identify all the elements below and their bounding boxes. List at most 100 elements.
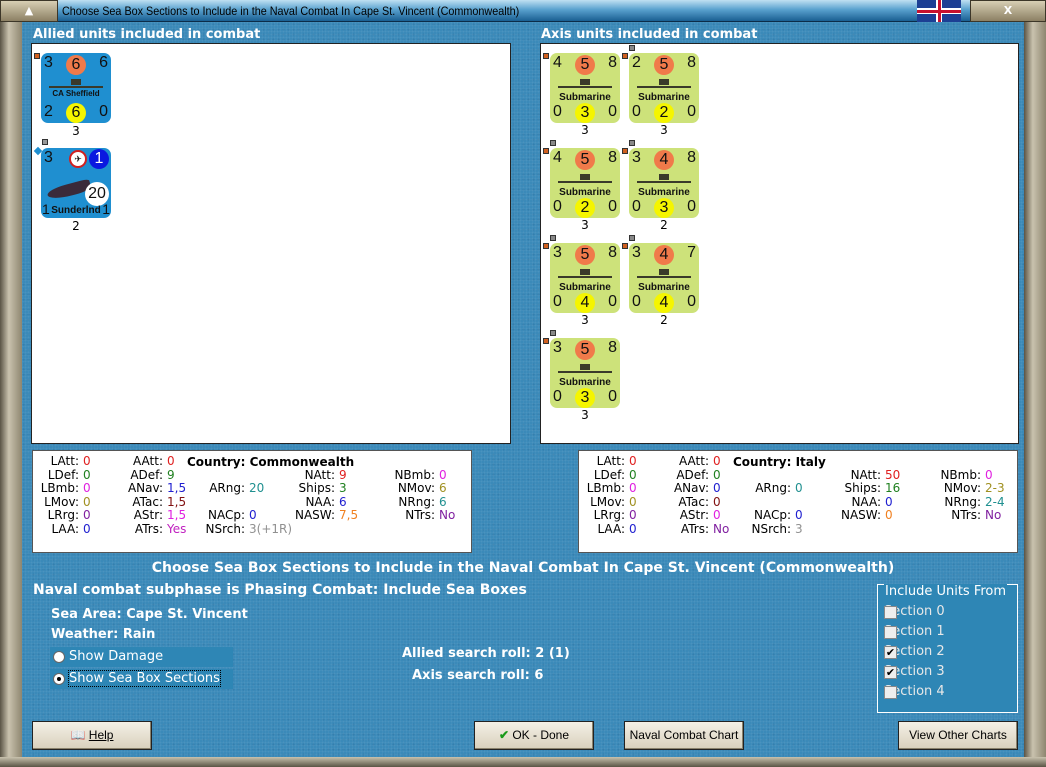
stat-ntrs: NTrs: No	[33, 508, 455, 522]
defense-value: 5	[654, 55, 674, 75]
naval-combat-chart-button[interactable]: Naval Combat Chart	[624, 721, 744, 750]
subphase-text: Naval combat subphase is Phasing Combat:…	[33, 582, 527, 598]
checkbox[interactable]	[884, 626, 897, 639]
weather-text: Weather: Rain	[51, 627, 156, 642]
status-marker-icon	[550, 140, 556, 146]
attack-value: 3	[553, 244, 562, 261]
stat-label: NRng:	[398, 494, 435, 509]
stat-aatt: AAtt: 0	[33, 454, 175, 468]
ok-done-button[interactable]: ✔ OK - Done	[474, 721, 594, 750]
checkmark-icon: ✔	[498, 728, 509, 742]
no-fighter-icon: ✈	[69, 150, 87, 168]
stat-label: NTrs:	[951, 508, 981, 522]
submarine-icon	[558, 269, 612, 278]
counter-label: 3	[72, 124, 80, 138]
submarine-icon	[558, 174, 612, 183]
checkbox[interactable]	[884, 606, 897, 619]
radio-button[interactable]	[53, 673, 65, 685]
unit-counter-submarine[interactable]: 3 5 8 Submarine 0 3 0	[550, 338, 620, 408]
move-value: 8	[608, 244, 617, 261]
axis-units-header: Axis units included in combat	[541, 27, 758, 42]
radio-button[interactable]	[53, 651, 65, 663]
checkbox-section-2[interactable]: ✔ Section 2	[884, 644, 945, 659]
checkbox-section-0[interactable]: Section 0	[884, 604, 945, 619]
move-value: 8	[687, 149, 696, 166]
defense-value: 5	[575, 150, 595, 170]
show-sea-box-sections-radio[interactable]: Show Sea Box Sections	[50, 669, 233, 689]
unit-counter-submarine[interactable]: 2 5 8 Submarine 0 2 0	[629, 53, 699, 123]
stat-label: NBmb:	[940, 467, 981, 482]
checkbox[interactable]: ✔	[884, 666, 897, 679]
checkbox[interactable]	[884, 686, 897, 699]
stat-nrng: NRng: 6	[33, 494, 446, 509]
checkbox-section-1[interactable]: Section 1	[884, 624, 945, 639]
value-bm: 4	[575, 293, 595, 313]
counter-label: 3	[581, 313, 589, 327]
unit-counter-sunderland[interactable]: 3 ✈ 1 20 1 Sunderlnd 1	[41, 148, 111, 218]
stat-nsrch: NSrch: 3	[579, 522, 802, 536]
value-br: 0	[99, 103, 108, 120]
window-title: Choose Sea Box Sections to Include in th…	[62, 4, 520, 18]
unit-counter-submarine[interactable]: 3 4 7 Submarine 0 4 0	[629, 243, 699, 313]
unit-counter-submarine[interactable]: 3 4 8 Submarine 0 3 0	[629, 148, 699, 218]
stat-value: 6	[439, 481, 447, 495]
checkbox-section-3[interactable]: ✔ Section 3	[884, 664, 945, 679]
unit-counter-ca-sheffield[interactable]: 3 6 6 CA Sheffield 2 6 0	[41, 53, 111, 123]
allied-units-list[interactable]: 3 6 6 CA Sheffield 2 6 0 3 3 ✈ 1 20 1 Sunderlnd 1 2	[31, 43, 511, 444]
range-value: 1	[89, 149, 109, 169]
value-bm: 4	[654, 293, 674, 313]
value-bm: 6	[66, 103, 86, 123]
counter-label: 3	[581, 408, 589, 422]
move-value: 8	[608, 54, 617, 71]
stat-aatt: AAtt: 0	[579, 454, 721, 468]
checkbox-section-4[interactable]: Section 4	[884, 684, 945, 699]
view-other-charts-button[interactable]: View Other Charts	[898, 721, 1018, 750]
unit-name: Submarine	[638, 187, 690, 198]
value-bl: 0	[632, 103, 641, 120]
defense-value: 4	[654, 245, 674, 265]
axis-units-list[interactable]: 4 5 8 Submarine 0 3 0 3 2 5 8 Submarine 0 2 0 3 4 5 8 Subma…	[540, 43, 1019, 444]
stat-nrng: NRng: 2-4	[579, 494, 1004, 509]
stat-value: 3(+1R)	[249, 521, 293, 536]
status-marker-icon	[543, 243, 549, 249]
move-value: 8	[687, 54, 696, 71]
show-damage-radio[interactable]: Show Damage	[50, 647, 233, 667]
attack-value: 4	[553, 54, 562, 71]
unit-name: Submarine	[559, 282, 611, 293]
minimize-button[interactable]: ▲	[0, 0, 58, 22]
status-marker-icon	[629, 235, 635, 241]
help-button[interactable]: 📖 Help	[32, 721, 152, 750]
window-frame-right	[1024, 22, 1046, 767]
unit-counter-submarine[interactable]: 3 5 8 Submarine 0 4 0	[550, 243, 620, 313]
unit-counter-submarine[interactable]: 4 5 8 Submarine 0 3 0	[550, 53, 620, 123]
value-br: 0	[687, 293, 696, 310]
stat-value: 2-4	[985, 494, 1005, 509]
stat-label: NMov:	[943, 481, 981, 495]
submarine-icon	[558, 364, 612, 373]
defense-value: 5	[575, 55, 595, 75]
value-bm: 2	[654, 103, 674, 123]
checkbox[interactable]: ✔	[884, 646, 897, 659]
value-bm: 3	[575, 103, 595, 123]
status-marker-icon	[543, 338, 549, 344]
value-bl: 0	[553, 293, 562, 310]
stat-label: NRng:	[944, 494, 981, 509]
move-value: 8	[608, 339, 617, 356]
value-br: 0	[608, 388, 617, 405]
union-jack-flag-icon	[917, 0, 961, 22]
counter-label: 2	[660, 313, 668, 327]
submarine-icon	[637, 269, 691, 278]
unit-name: Submarine	[638, 92, 690, 103]
unit-counter-submarine[interactable]: 4 5 8 Submarine 0 2 0	[550, 148, 620, 218]
sea-area-text: Sea Area: Cape St. Vincent	[51, 607, 248, 622]
submarine-icon	[637, 174, 691, 183]
unit-name: CA Sheffield	[52, 89, 100, 98]
close-button[interactable]: X	[970, 0, 1046, 22]
stat-value: 3	[795, 521, 803, 536]
unit-name: Submarine	[559, 92, 611, 103]
submarine-icon	[558, 79, 612, 88]
attack-value: 4	[553, 149, 562, 166]
status-marker-icon	[543, 148, 549, 154]
stat-value: 6	[439, 494, 447, 509]
stat-value: No	[985, 508, 1002, 522]
